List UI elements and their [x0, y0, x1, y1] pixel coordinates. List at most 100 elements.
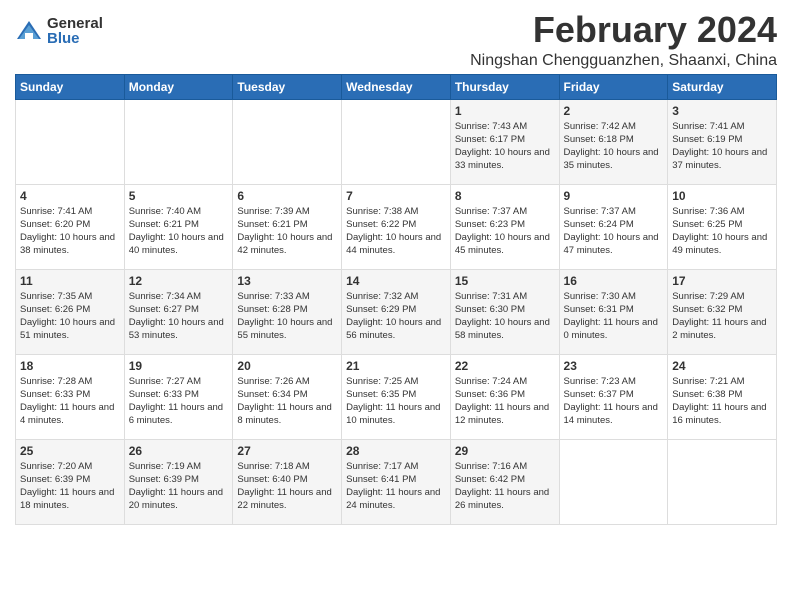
calendar-cell — [124, 99, 233, 184]
day-info: Sunrise: 7:23 AM Sunset: 6:37 PM Dayligh… — [564, 375, 664, 428]
calendar-week-5: 25Sunrise: 7:20 AM Sunset: 6:39 PM Dayli… — [16, 439, 777, 524]
calendar-cell: 16 Sunrise: 7:30 AM Sunset: 6:31 PM Dayli… — [559, 269, 668, 354]
calendar-cell: 6 Sunrise: 7:39 AM Sunset: 6:21 PM Daylig… — [233, 184, 342, 269]
day-number: 22 — [455, 359, 555, 373]
day-number: 25 — [20, 444, 120, 458]
day-info: Sunrise: 7:30 AM Sunset: 6:31 PM Dayligh… — [564, 290, 664, 343]
calendar-week-3: 11Sunrise: 7:35 AM Sunset: 6:26 PM Dayli… — [16, 269, 777, 354]
calendar-cell: 22 Sunrise: 7:24 AM Sunset: 6:36 PM Dayli… — [450, 354, 559, 439]
day-info: Sunrise: 7:41 AM Sunset: 6:19 PM Dayligh… — [672, 120, 772, 173]
weekday-header-monday: Monday — [124, 74, 233, 99]
day-number: 19 — [129, 359, 229, 373]
calendar-cell: 2Sunrise: 7:42 AM Sunset: 6:18 PM Daylig… — [559, 99, 668, 184]
calendar-body: 1 Sunrise: 7:43 AM Sunset: 6:17 PM Daylig… — [16, 99, 777, 524]
calendar-cell — [233, 99, 342, 184]
day-info: Sunrise: 7:33 AM Sunset: 6:28 PM Dayligh… — [237, 290, 337, 343]
day-info: Sunrise: 7:16 AM Sunset: 6:42 PM Dayligh… — [455, 460, 555, 513]
calendar-cell: 3 Sunrise: 7:41 AM Sunset: 6:19 PM Daylig… — [668, 99, 777, 184]
calendar-table: SundayMondayTuesdayWednesdayThursdayFrid… — [15, 74, 777, 525]
calendar-cell: 9 Sunrise: 7:37 AM Sunset: 6:24 PM Daylig… — [559, 184, 668, 269]
day-number: 16 — [564, 274, 664, 288]
calendar-cell: 7 Sunrise: 7:38 AM Sunset: 6:22 PM Daylig… — [342, 184, 451, 269]
title-area: February 2024 Ningshan Chengguanzhen, Sh… — [470, 10, 777, 70]
day-number: 4 — [20, 189, 120, 203]
day-info: Sunrise: 7:31 AM Sunset: 6:30 PM Dayligh… — [455, 290, 555, 343]
day-number: 8 — [455, 189, 555, 203]
day-number: 5 — [129, 189, 229, 203]
day-number: 23 — [564, 359, 664, 373]
calendar-cell: 4 Sunrise: 7:41 AM Sunset: 6:20 PM Daylig… — [16, 184, 125, 269]
day-info: Sunrise: 7:18 AM Sunset: 6:40 PM Dayligh… — [237, 460, 337, 513]
day-info: Sunrise: 7:21 AM Sunset: 6:38 PM Dayligh… — [672, 375, 772, 428]
day-number: 12 — [129, 274, 229, 288]
day-info: Sunrise: 7:36 AM Sunset: 6:25 PM Dayligh… — [672, 205, 772, 258]
day-number: 26 — [129, 444, 229, 458]
calendar-cell: 14 Sunrise: 7:32 AM Sunset: 6:29 PM Dayli… — [342, 269, 451, 354]
calendar-week-4: 18Sunrise: 7:28 AM Sunset: 6:33 PM Dayli… — [16, 354, 777, 439]
day-info: Sunrise: 7:37 AM Sunset: 6:24 PM Dayligh… — [564, 205, 664, 258]
day-info: Sunrise: 7:26 AM Sunset: 6:34 PM Dayligh… — [237, 375, 337, 428]
day-info: Sunrise: 7:32 AM Sunset: 6:29 PM Dayligh… — [346, 290, 446, 343]
day-number: 15 — [455, 274, 555, 288]
logo: General Blue — [15, 16, 103, 46]
day-number: 3 — [672, 104, 772, 118]
day-number: 21 — [346, 359, 446, 373]
day-number: 14 — [346, 274, 446, 288]
calendar-cell: 19 Sunrise: 7:27 AM Sunset: 6:33 PM Dayli… — [124, 354, 233, 439]
day-number: 1 — [455, 104, 555, 118]
day-info: Sunrise: 7:24 AM Sunset: 6:36 PM Dayligh… — [455, 375, 555, 428]
calendar-cell: 25Sunrise: 7:20 AM Sunset: 6:39 PM Dayli… — [16, 439, 125, 524]
day-number: 9 — [564, 189, 664, 203]
month-title: February 2024 — [470, 10, 777, 50]
calendar-cell: 28Sunrise: 7:17 AM Sunset: 6:41 PM Dayli… — [342, 439, 451, 524]
day-info: Sunrise: 7:37 AM Sunset: 6:23 PM Dayligh… — [455, 205, 555, 258]
day-info: Sunrise: 7:27 AM Sunset: 6:33 PM Dayligh… — [129, 375, 229, 428]
calendar-cell: 10 Sunrise: 7:36 AM Sunset: 6:25 PM Dayli… — [668, 184, 777, 269]
day-info: Sunrise: 7:43 AM Sunset: 6:17 PM Dayligh… — [455, 120, 555, 173]
day-info: Sunrise: 7:38 AM Sunset: 6:22 PM Dayligh… — [346, 205, 446, 258]
calendar-cell: 8 Sunrise: 7:37 AM Sunset: 6:23 PM Daylig… — [450, 184, 559, 269]
location-title: Ningshan Chengguanzhen, Shaanxi, China — [470, 52, 777, 70]
day-number: 7 — [346, 189, 446, 203]
logo-general: General — [47, 16, 103, 31]
calendar-cell: 20 Sunrise: 7:26 AM Sunset: 6:34 PM Dayli… — [233, 354, 342, 439]
calendar-week-2: 4 Sunrise: 7:41 AM Sunset: 6:20 PM Daylig… — [16, 184, 777, 269]
calendar-cell: 11Sunrise: 7:35 AM Sunset: 6:26 PM Dayli… — [16, 269, 125, 354]
calendar-cell: 29 Sunrise: 7:16 AM Sunset: 6:42 PM Dayli… — [450, 439, 559, 524]
calendar-cell: 12Sunrise: 7:34 AM Sunset: 6:27 PM Dayli… — [124, 269, 233, 354]
day-number: 24 — [672, 359, 772, 373]
calendar-cell: 21 Sunrise: 7:25 AM Sunset: 6:35 PM Dayli… — [342, 354, 451, 439]
calendar-cell — [16, 99, 125, 184]
day-number: 27 — [237, 444, 337, 458]
day-info: Sunrise: 7:41 AM Sunset: 6:20 PM Dayligh… — [20, 205, 120, 258]
day-number: 28 — [346, 444, 446, 458]
calendar-cell: 15 Sunrise: 7:31 AM Sunset: 6:30 PM Dayli… — [450, 269, 559, 354]
calendar-week-1: 1 Sunrise: 7:43 AM Sunset: 6:17 PM Daylig… — [16, 99, 777, 184]
calendar-cell: 18Sunrise: 7:28 AM Sunset: 6:33 PM Dayli… — [16, 354, 125, 439]
calendar-cell — [559, 439, 668, 524]
calendar-cell — [342, 99, 451, 184]
calendar-cell: 23 Sunrise: 7:23 AM Sunset: 6:37 PM Dayli… — [559, 354, 668, 439]
calendar-cell: 13Sunrise: 7:33 AM Sunset: 6:28 PM Dayli… — [233, 269, 342, 354]
calendar-cell: 27 Sunrise: 7:18 AM Sunset: 6:40 PM Dayli… — [233, 439, 342, 524]
day-number: 20 — [237, 359, 337, 373]
day-info: Sunrise: 7:28 AM Sunset: 6:33 PM Dayligh… — [20, 375, 120, 428]
calendar-header: SundayMondayTuesdayWednesdayThursdayFrid… — [16, 74, 777, 99]
weekday-row: SundayMondayTuesdayWednesdayThursdayFrid… — [16, 74, 777, 99]
day-info: Sunrise: 7:39 AM Sunset: 6:21 PM Dayligh… — [237, 205, 337, 258]
weekday-header-wednesday: Wednesday — [342, 74, 451, 99]
logo-blue: Blue — [47, 31, 103, 46]
calendar-cell: 24 Sunrise: 7:21 AM Sunset: 6:38 PM Dayli… — [668, 354, 777, 439]
day-number: 29 — [455, 444, 555, 458]
weekday-header-thursday: Thursday — [450, 74, 559, 99]
header: General Blue February 2024 Ningshan Chen… — [15, 10, 777, 70]
day-number: 10 — [672, 189, 772, 203]
logo-icon — [15, 17, 43, 45]
calendar-cell: 1 Sunrise: 7:43 AM Sunset: 6:17 PM Daylig… — [450, 99, 559, 184]
weekday-header-sunday: Sunday — [16, 74, 125, 99]
calendar-cell: 17Sunrise: 7:29 AM Sunset: 6:32 PM Dayli… — [668, 269, 777, 354]
day-number: 2 — [564, 104, 664, 118]
day-info: Sunrise: 7:25 AM Sunset: 6:35 PM Dayligh… — [346, 375, 446, 428]
day-number: 11 — [20, 274, 120, 288]
day-number: 6 — [237, 189, 337, 203]
